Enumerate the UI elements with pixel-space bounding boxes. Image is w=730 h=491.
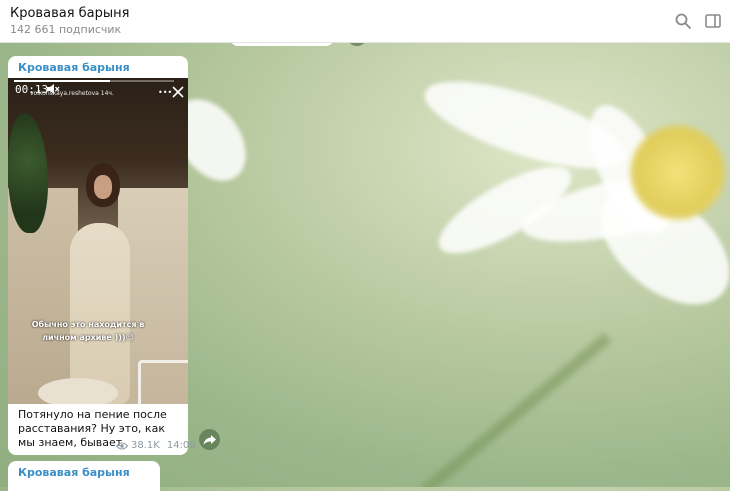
video-frame-plate	[38, 378, 118, 404]
message-meta: 38.1K 14:00	[116, 440, 196, 451]
video-player[interactable]: 00:13 volkonskaya.reshetova 14ч. ••• Обы…	[8, 78, 188, 404]
story-progress-bar	[14, 80, 174, 82]
next-message-author[interactable]: Кровавая барыня	[18, 466, 130, 479]
close-icon[interactable]	[172, 86, 184, 98]
channel-header: Кровавая барыня 142 661 подписчик	[0, 0, 730, 43]
channel-title[interactable]: Кровавая барыня	[10, 6, 129, 21]
video-frame-person-face	[94, 175, 112, 199]
message-bubble: Кровавая барыня 00:13 volkonskaya.reshet…	[8, 56, 196, 455]
video-frame-chair	[138, 360, 188, 404]
video-frame-person	[70, 223, 130, 404]
share-arrow-icon[interactable]	[199, 429, 220, 450]
story-username: volkonskaya.reshetova 14ч.	[30, 90, 114, 97]
video-overlay-caption: Обычно это находится в личном архиве )))…	[31, 320, 145, 342]
view-count: 38.1K	[131, 440, 160, 451]
search-icon[interactable]	[674, 12, 692, 30]
subscriber-count: 142 661 подписчик	[10, 23, 122, 36]
message-time: 14:00	[166, 440, 196, 451]
side-panel-icon[interactable]	[704, 12, 722, 30]
story-more-icon: •••	[158, 88, 173, 97]
message-author[interactable]: Кровавая барыня	[18, 61, 130, 74]
eye-icon	[116, 442, 128, 449]
video-frame-plant	[8, 113, 48, 233]
